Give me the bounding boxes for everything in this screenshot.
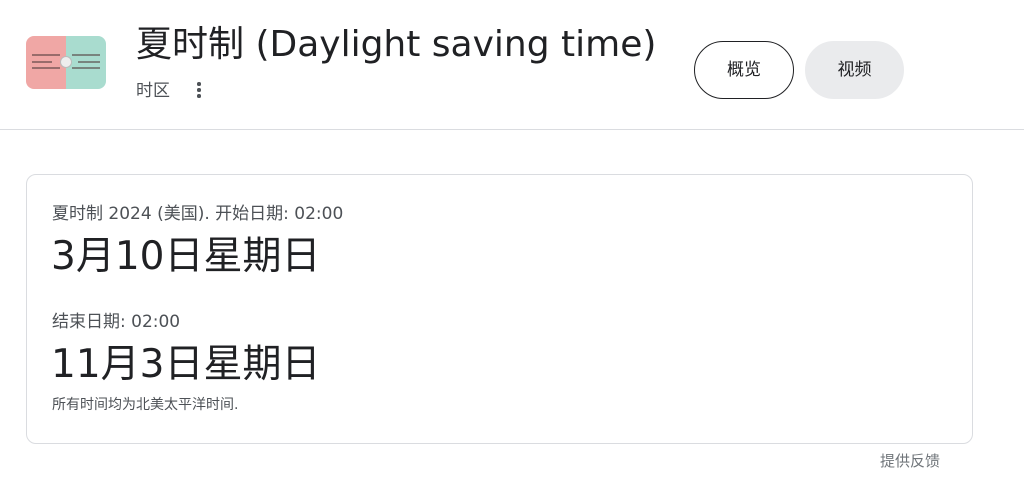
end-label: 结束日期: 02:00 [52,312,181,332]
tab-video[interactable]: 视频 [805,41,904,99]
feedback-link[interactable]: 提供反馈 [880,451,940,471]
more-vert-icon[interactable] [188,79,208,101]
page-title: 夏时制 (Daylight saving time) [136,24,657,65]
thumbnail-center-dot [60,56,72,68]
thumbnail-right-half [66,36,106,89]
start-label: 夏时制 2024 (美国). 开始日期: 02:00 [52,204,344,224]
end-date: 11月3日星期日 [51,342,321,387]
start-date: 3月10日星期日 [51,234,321,279]
tab-overview[interactable]: 概览 [694,41,794,99]
timezone-note: 所有时间均为北美太平洋时间. [52,397,239,413]
dst-info-card: 夏时制 2024 (美国). 开始日期: 02:00 3月10日星期日 结束日期… [26,174,973,444]
page-subtitle: 时区 [136,81,170,101]
header: 夏时制 (Daylight saving time) 时区 概览 视频 [0,0,1024,130]
topic-thumbnail[interactable] [26,36,106,89]
